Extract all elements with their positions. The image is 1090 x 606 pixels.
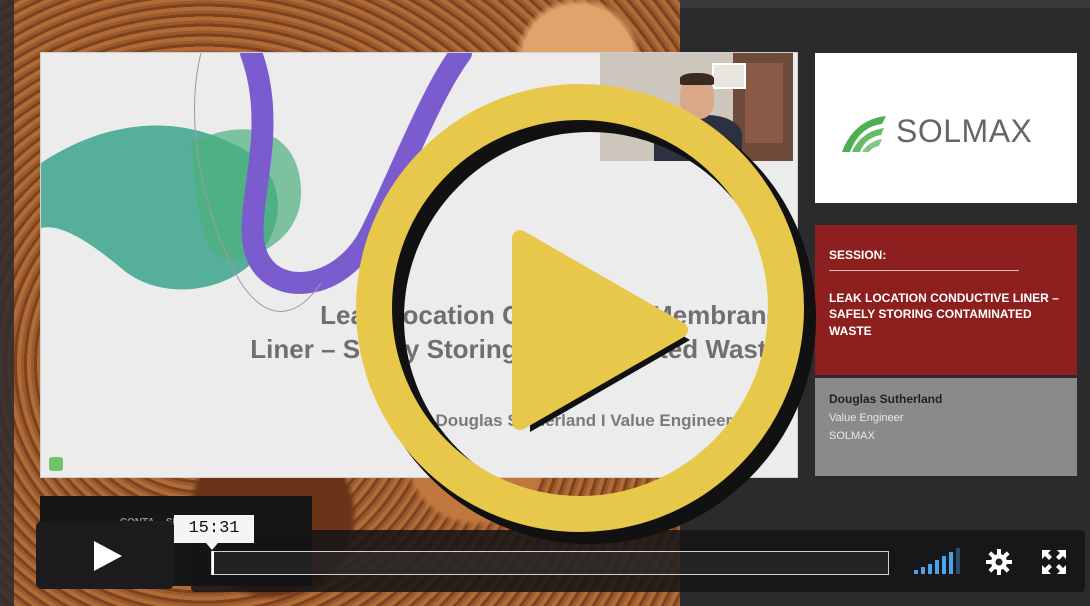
brand-name: SOLMAX [896,113,1033,149]
top-strip [680,0,1090,8]
left-edge [0,0,14,606]
solmax-logo-icon [842,116,886,152]
webcam-picture-frame [712,63,746,89]
fullscreen-icon[interactable] [1040,548,1068,576]
speaker-org: SOLMAX [829,430,875,442]
playhead[interactable] [212,551,214,575]
slide-logo-icon [49,457,63,471]
session-title: LEAK LOCATION CONDUCTIVE LINER – SAFELY … [829,291,1059,338]
hover-time-tooltip: 15:31 [174,515,254,550]
speaker-role: Value Engineer [829,412,904,424]
session-label: SESSION: [829,248,887,262]
session-divider [829,270,1019,271]
progress-bar[interactable] [211,551,889,575]
big-play-button[interactable] [370,100,790,520]
webcam-shelf-inner [745,63,783,143]
volume-icon[interactable] [912,548,964,576]
webcam-speaker-hair [680,73,714,85]
speaker-name: Douglas Sutherland [829,392,943,406]
play-icon [94,541,122,571]
play-button[interactable] [36,521,174,589]
gear-icon[interactable] [985,548,1013,576]
